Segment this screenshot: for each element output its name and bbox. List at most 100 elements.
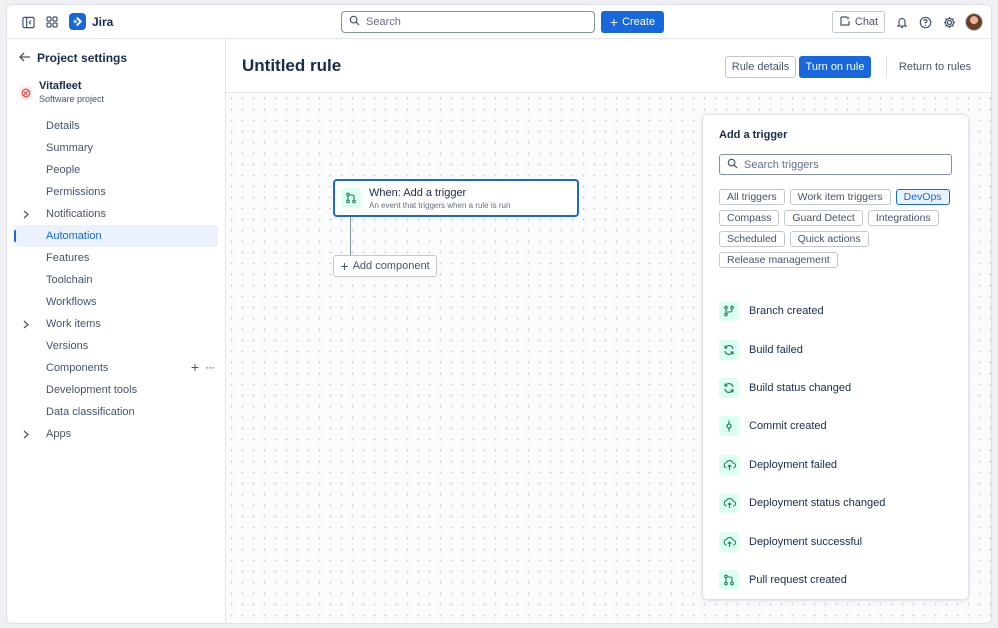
chat-button[interactable]: Chat	[832, 11, 885, 33]
sidebar-item-features[interactable]: Features	[15, 247, 218, 269]
sidebar-item-summary[interactable]: Summary	[15, 137, 218, 159]
header-divider	[886, 56, 887, 78]
project-type: Software project	[39, 94, 104, 104]
sidebar-item-label: Toolchain	[46, 274, 92, 286]
sidebar-item-label: Work items	[46, 318, 101, 330]
trigger-option-label: Deployment failed	[749, 459, 837, 471]
add-trigger-panel: Add a trigger Search triggers All trigge…	[702, 114, 969, 600]
sidebar-item-label: People	[46, 164, 80, 176]
chevron-right-icon[interactable]	[20, 207, 32, 221]
sidebar-item-details[interactable]: Details	[15, 115, 218, 137]
sidebar-item-label: Permissions	[46, 186, 106, 198]
filter-tag-quick-actions[interactable]: Quick actions	[790, 231, 869, 247]
filter-tag-devops[interactable]: DevOps	[896, 189, 950, 205]
sidebar-item-apps[interactable]: Apps	[15, 423, 218, 445]
deploy-icon	[719, 532, 739, 552]
chat-label: Chat	[855, 16, 878, 28]
top-navigation: Jira Search + Create Chat	[7, 5, 991, 39]
trigger-list: Branch created Build failed Build status…	[719, 292, 959, 600]
sidebar-item-label: Development tools	[46, 384, 137, 396]
sidebar-title: Project settings	[37, 51, 127, 65]
chevron-right-icon[interactable]	[20, 427, 32, 441]
chat-icon	[839, 15, 851, 30]
add-component-label: Add component	[353, 260, 430, 272]
sidebar-item-permissions[interactable]: Permissions	[15, 181, 218, 203]
trigger-card-subtitle: An event that triggers when a rule is ru…	[369, 201, 510, 210]
filter-tag-all-triggers[interactable]: All triggers	[719, 189, 785, 205]
filter-tag-guard-detect[interactable]: Guard Detect	[784, 210, 862, 226]
sidebar-item-development-tools[interactable]: Development tools	[15, 379, 218, 401]
sidebar-item-notifications[interactable]: Notifications	[15, 203, 218, 225]
sidebar-toggle-icon[interactable]	[17, 11, 39, 33]
sidebar-item-label: Automation	[46, 230, 102, 242]
sidebar-item-label: Apps	[46, 428, 71, 440]
plus-icon[interactable]: +	[191, 360, 199, 374]
return-to-rules-button[interactable]: Return to rules	[896, 56, 974, 78]
sidebar-item-people[interactable]: People	[15, 159, 218, 181]
trigger-option-commit-created[interactable]: Commit created	[719, 407, 959, 445]
more-horizontal-icon[interactable]: ···	[205, 360, 214, 374]
search-triggers-input[interactable]: Search triggers	[719, 154, 952, 175]
filter-tag-release-management[interactable]: Release management	[719, 252, 838, 268]
trigger-option-deployment-failed[interactable]: Deployment failed	[719, 446, 959, 484]
create-button[interactable]: + Create	[601, 11, 664, 33]
notifications-icon[interactable]	[892, 12, 912, 32]
user-avatar[interactable]	[965, 13, 983, 31]
trigger-option-branch-created[interactable]: Branch created	[719, 292, 959, 330]
sidebar-item-components[interactable]: Components + ···	[15, 357, 218, 379]
jira-logo[interactable]: Jira	[69, 13, 113, 30]
jira-logo-icon	[69, 13, 86, 30]
sidebar-item-label: Notifications	[46, 208, 106, 220]
trigger-option-partial[interactable]	[719, 599, 959, 600]
build-icon	[719, 340, 739, 360]
app-switcher-icon[interactable]	[41, 11, 63, 33]
project-name: Vitafleet	[39, 80, 104, 92]
plus-icon: +	[340, 261, 348, 271]
branch-icon	[341, 188, 361, 208]
help-icon[interactable]	[915, 12, 935, 32]
filter-tag-integrations[interactable]: Integrations	[868, 210, 939, 226]
build-icon	[719, 378, 739, 398]
sidebar-item-label: Summary	[46, 142, 93, 154]
rule-details-button[interactable]: Rule details	[725, 56, 796, 78]
sidebar-item-toolchain[interactable]: Toolchain	[15, 269, 218, 291]
branch-icon	[719, 301, 739, 321]
trigger-option-build-failed[interactable]: Build failed	[719, 330, 959, 368]
trigger-category-filters: All triggers Work item triggers DevOps C…	[719, 189, 959, 268]
trigger-option-label: Deployment status changed	[749, 497, 885, 509]
filter-tag-scheduled[interactable]: Scheduled	[719, 231, 785, 247]
project-settings-sidebar: Project settings Vitafleet Software proj…	[7, 39, 226, 623]
turn-on-rule-button[interactable]: Turn on rule	[799, 56, 871, 78]
back-to-project-link[interactable]: Project settings	[19, 51, 127, 65]
sidebar-item-versions[interactable]: Versions	[15, 335, 218, 357]
pull-request-icon	[719, 570, 739, 590]
sidebar-item-label: Data classification	[46, 406, 135, 418]
rule-editor: Untitled rule Rule details Turn on rule …	[226, 39, 991, 623]
filter-tag-compass[interactable]: Compass	[719, 210, 779, 226]
trigger-option-pull-request-created[interactable]: Pull request created	[719, 561, 959, 599]
sidebar-item-work-items[interactable]: Work items	[15, 313, 218, 335]
add-component-button[interactable]: + Add component	[333, 255, 437, 277]
trigger-card[interactable]: When: Add a trigger An event that trigge…	[333, 179, 579, 217]
sidebar-item-workflows[interactable]: Workflows	[15, 291, 218, 313]
chevron-right-icon[interactable]	[20, 317, 32, 331]
sidebar-item-automation[interactable]: Automation	[15, 225, 218, 247]
settings-gear-icon[interactable]	[939, 12, 959, 32]
arrow-left-icon	[19, 51, 31, 65]
trigger-option-deployment-status-changed[interactable]: Deployment status changed	[719, 484, 959, 522]
search-input[interactable]: Search	[341, 11, 595, 33]
rule-canvas[interactable]: When: Add a trigger An event that trigge…	[226, 92, 991, 623]
project-header: Vitafleet Software project	[19, 80, 104, 104]
components-actions: + ···	[191, 360, 214, 374]
trigger-option-build-status-changed[interactable]: Build status changed	[719, 369, 959, 407]
trigger-option-label: Build failed	[749, 344, 803, 356]
commit-icon	[719, 416, 739, 436]
sidebar-item-label: Workflows	[46, 296, 97, 308]
search-icon	[727, 158, 738, 172]
trigger-card-title: When: Add a trigger	[369, 187, 510, 199]
rule-title[interactable]: Untitled rule	[242, 56, 341, 76]
flow-connector	[350, 217, 351, 255]
sidebar-item-data-classification[interactable]: Data classification	[15, 401, 218, 423]
filter-tag-work-item-triggers[interactable]: Work item triggers	[790, 189, 891, 205]
trigger-option-deployment-successful[interactable]: Deployment successful	[719, 522, 959, 560]
